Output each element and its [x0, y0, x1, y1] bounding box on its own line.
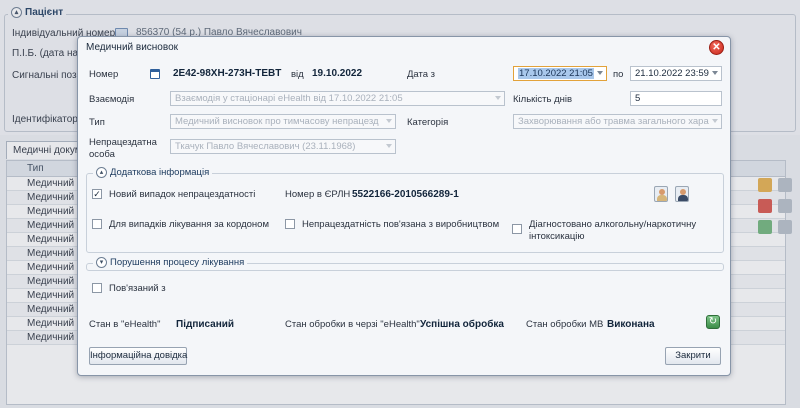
to-label: по — [613, 69, 624, 80]
violations-title: Порушення процесу лікування — [110, 257, 245, 268]
alcohol-checkbox[interactable] — [512, 224, 522, 234]
interaction-label: Взаємодія — [89, 94, 135, 105]
related-checkbox[interactable] — [92, 283, 102, 293]
new-case-checkbox[interactable]: ✓ — [92, 189, 102, 199]
mv-state-label: Стан обробки МВ — [526, 319, 604, 330]
erln-value: 5522166-2010566289-1 — [352, 189, 459, 200]
violations-header[interactable]: ▾ Порушення процесу лікування — [93, 257, 248, 268]
disabled-person-label-2: особа — [89, 149, 115, 160]
type-select[interactable]: Медичний висновок про тимчасову непрацез… — [170, 114, 396, 129]
person-icon[interactable] — [654, 186, 668, 202]
info-button[interactable]: Інформаційна довідка — [89, 347, 187, 365]
person-search-icon[interactable] — [675, 186, 689, 202]
number-value: 2E42-98XH-273H-TEBT — [173, 68, 282, 79]
interaction-value: Взаємодія у стаціонарі eHealth від 17.10… — [175, 93, 403, 104]
medical-conclusion-dialog: Медичний висновок ✕ Номер 2E42-98XH-273H… — [77, 36, 731, 376]
additional-info-group: ▴ Додаткова інформація — [86, 167, 724, 253]
calendar-icon[interactable] — [150, 69, 160, 79]
disabled-person-label-1: Непрацездатна — [89, 137, 157, 148]
number-label: Номер — [89, 69, 119, 80]
erln-label: Номер в ЄРЛН — [285, 189, 351, 200]
ehealth-state-value: Підписаний — [176, 319, 235, 330]
chevron-down-icon[interactable] — [712, 71, 718, 75]
queue-state-label: Стан обробки в черзі "eHealth" — [285, 319, 420, 330]
abroad-checkbox[interactable] — [92, 219, 102, 229]
collapse-icon[interactable]: ▴ — [96, 167, 107, 178]
disabled-person-select[interactable]: Ткачук Павло Вячеславович (23.11.1968) — [170, 139, 396, 154]
days-input[interactable]: 5 — [630, 91, 722, 106]
violations-group: ▾ Порушення процесу лікування — [86, 257, 724, 271]
interaction-select[interactable]: Взаємодія у стаціонарі eHealth від 17.10… — [170, 91, 505, 106]
chevron-down-icon — [386, 119, 392, 123]
type-label: Тип — [89, 117, 105, 128]
close-button[interactable]: Закрити — [665, 347, 721, 365]
production-label: Непрацездатність пов'язана з виробництво… — [302, 219, 500, 230]
chevron-down-icon[interactable] — [597, 71, 603, 75]
mv-state-value: Виконана — [607, 319, 655, 330]
date-from-label: Дата з — [407, 69, 436, 80]
new-case-label: Новий випадок непрацездатності — [109, 189, 256, 200]
alcohol-label-2: інтоксикацію — [529, 231, 585, 242]
category-value: Захворювання або травма загального хара — [518, 116, 709, 127]
category-label: Категорія — [407, 117, 449, 128]
date-from-picker[interactable]: 17.10.2022 21:05 — [513, 66, 607, 81]
additional-info-header[interactable]: ▴ Додаткова інформація — [93, 167, 213, 178]
alcohol-label-1: Діагностовано алкогольну/наркотичну — [529, 219, 697, 230]
date-to-picker[interactable]: 21.10.2022 23:59 — [630, 66, 722, 81]
date-to-value: 21.10.2022 23:59 — [635, 68, 709, 79]
date-from-value: 17.10.2022 21:05 — [518, 68, 594, 79]
chevron-down-icon — [712, 119, 718, 123]
ehealth-state-label: Стан в "eHealth" — [89, 319, 161, 330]
type-value: Медичний висновок про тимчасову непрацез… — [175, 116, 379, 127]
document-date: 19.10.2022 — [312, 68, 363, 79]
production-checkbox[interactable] — [285, 219, 295, 229]
abroad-label: Для випадків лікування за кордоном — [109, 219, 269, 230]
chevron-down-icon — [495, 96, 501, 100]
dialog-title: Медичний висновок — [86, 42, 179, 53]
chevron-down-icon — [386, 144, 392, 148]
disabled-person-value: Ткачук Павло Вячеславович (23.11.1968) — [175, 141, 356, 152]
related-label: Пов'язаний з — [109, 283, 166, 294]
category-select[interactable]: Захворювання або травма загального хара — [513, 114, 722, 129]
days-label: Кількість днів — [513, 94, 573, 105]
from-label: від — [291, 69, 304, 80]
expand-icon[interactable]: ▾ — [96, 257, 107, 268]
additional-info-title: Додаткова інформація — [110, 167, 210, 178]
queue-state-value: Успішна обробка — [420, 319, 504, 330]
refresh-icon[interactable]: ↻ — [706, 315, 720, 329]
close-icon[interactable]: ✕ — [709, 40, 724, 55]
